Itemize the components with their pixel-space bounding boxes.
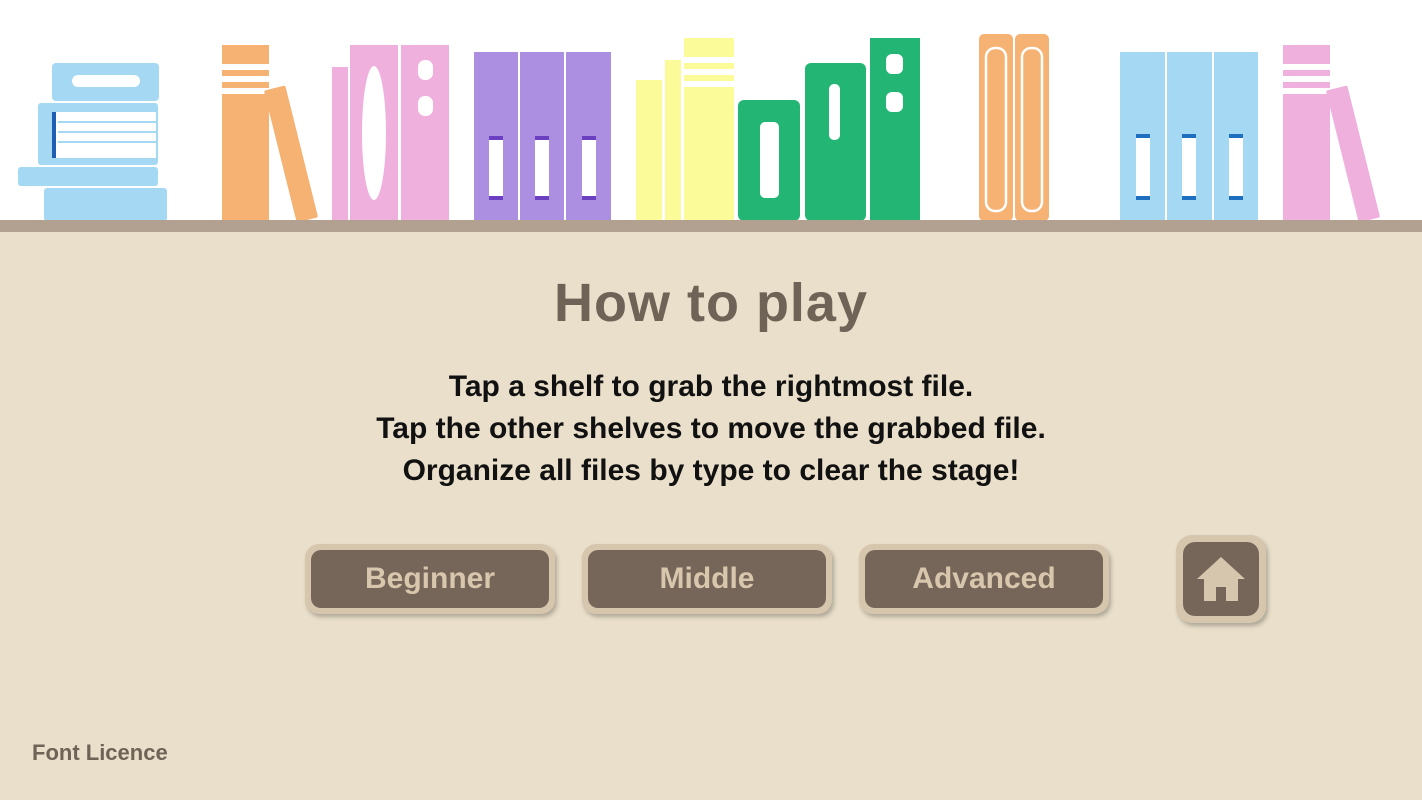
middle-button-label: Middle — [588, 550, 826, 608]
home-button[interactable] — [1176, 535, 1266, 623]
pink-books-right — [1283, 45, 1380, 223]
font-licence-link[interactable]: Font Licence — [32, 740, 168, 766]
shelf-board — [0, 220, 1422, 232]
beginner-button[interactable]: Beginner — [305, 544, 555, 614]
bookshelf-illustration — [0, 0, 1422, 232]
middle-button[interactable]: Middle — [582, 544, 832, 614]
page-title: How to play — [553, 273, 868, 333]
bookshelf-graphic — [0, 34, 1422, 232]
blue-binders — [1120, 52, 1258, 221]
blue-book-stack — [18, 63, 167, 221]
purple-binders — [474, 52, 611, 221]
instruction-line-1: Tap a shelf to grab the rightmost file. — [448, 370, 974, 403]
yellow-books — [636, 38, 734, 221]
advanced-button-label: Advanced — [865, 550, 1103, 608]
instructions: Tap a shelf to grab the rightmost file. … — [0, 366, 1422, 492]
orange-tall-books — [979, 34, 1049, 221]
pink-books — [332, 45, 449, 221]
home-icon — [1197, 557, 1245, 601]
green-boxes — [738, 38, 920, 221]
advanced-button[interactable]: Advanced — [859, 544, 1109, 614]
beginner-button-label: Beginner — [311, 550, 549, 608]
instruction-line-2: Tap the other shelves to move the grabbe… — [376, 412, 1046, 445]
instruction-line-3: Organize all files by type to clear the … — [402, 454, 1020, 487]
orange-books — [222, 45, 318, 223]
